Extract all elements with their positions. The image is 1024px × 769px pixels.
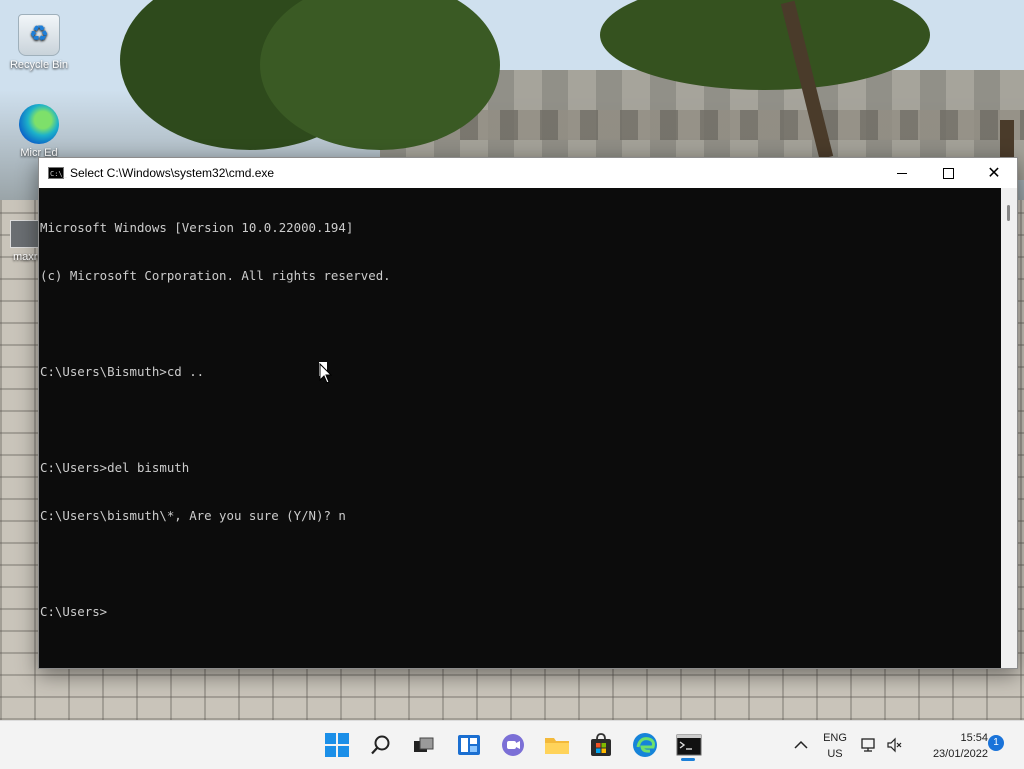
desktop-icon-recycle-bin[interactable]: Recycle Bin bbox=[2, 14, 76, 71]
widgets-icon bbox=[458, 735, 480, 755]
active-app-indicator bbox=[681, 758, 695, 761]
region-label: US bbox=[827, 748, 843, 760]
maximize-button[interactable] bbox=[925, 158, 971, 188]
folder-icon bbox=[545, 738, 569, 754]
desktop-icon-label: Recycle Bin bbox=[9, 59, 69, 71]
close-button[interactable]: ✕ bbox=[971, 158, 1017, 188]
window-titlebar[interactable]: C:\_ Select C:\Windows\system32\cmd.exe … bbox=[39, 158, 1017, 188]
scrollbar-thumb[interactable] bbox=[1007, 205, 1010, 221]
clock-time: 15:54 bbox=[960, 732, 988, 744]
language-label: ENG bbox=[823, 732, 847, 744]
console-line: C:\Users\bismuth\*, Are you sure (Y/N)? … bbox=[40, 508, 346, 523]
clock-button[interactable]: 15:54 23/01/2022 bbox=[914, 730, 988, 762]
terminal-icon bbox=[676, 734, 702, 756]
input-language-button[interactable]: ENG US bbox=[816, 730, 854, 762]
cmd-app-icon[interactable]: C:\_ bbox=[48, 167, 67, 179]
search-icon bbox=[371, 735, 390, 755]
task-view-icon bbox=[414, 737, 434, 752]
network-icon bbox=[861, 738, 875, 752]
file-explorer-button[interactable] bbox=[543, 731, 571, 759]
windows-logo-icon bbox=[325, 733, 349, 757]
close-icon: ✕ bbox=[987, 163, 1001, 182]
console-line: (c) Microsoft Corporation. All rights re… bbox=[40, 268, 391, 283]
console-prompt-line: C:\Users> bbox=[40, 604, 108, 619]
volume-button[interactable] bbox=[886, 731, 904, 759]
clock-date: 23/01/2022 bbox=[932, 748, 988, 760]
recycle-bin-icon bbox=[18, 14, 60, 56]
network-button[interactable] bbox=[860, 731, 878, 759]
edge-button[interactable] bbox=[631, 731, 659, 759]
chat-button[interactable] bbox=[499, 731, 527, 759]
task-view-button[interactable] bbox=[410, 731, 438, 759]
console-line: Microsoft Windows [Version 10.0.22000.19… bbox=[40, 220, 354, 235]
store-button[interactable] bbox=[587, 731, 615, 759]
maximize-icon bbox=[942, 167, 954, 179]
minimize-icon bbox=[897, 172, 907, 174]
chevron-up-icon bbox=[794, 740, 808, 749]
console-output[interactable]: Microsoft Windows [Version 10.0.22000.19… bbox=[39, 188, 1001, 668]
store-icon bbox=[591, 733, 611, 756]
volume-muted-icon bbox=[887, 737, 902, 753]
widgets-button[interactable] bbox=[455, 731, 483, 759]
console-line: C:\Users>del bismuth bbox=[40, 460, 190, 475]
notification-badge[interactable]: 1 bbox=[988, 735, 1004, 751]
cmd-window[interactable]: C:\_ Select C:\Windows\system32\cmd.exe … bbox=[38, 157, 1018, 669]
vertical-scrollbar[interactable] bbox=[1001, 188, 1017, 668]
start-button[interactable] bbox=[323, 731, 351, 759]
desktop-icon-edge[interactable]: Micr Ed bbox=[2, 104, 76, 159]
window-title: Select C:\Windows\system32\cmd.exe bbox=[70, 166, 275, 180]
edge-icon bbox=[19, 104, 59, 144]
search-button[interactable] bbox=[367, 731, 395, 759]
chat-icon bbox=[502, 734, 524, 756]
edge-icon bbox=[633, 733, 657, 757]
command-prompt-button[interactable] bbox=[675, 731, 703, 759]
minimize-button[interactable] bbox=[879, 158, 925, 188]
console-line: C:\Users\Bismuth>cd .. bbox=[40, 364, 205, 379]
show-hidden-icons-button[interactable] bbox=[787, 731, 815, 759]
